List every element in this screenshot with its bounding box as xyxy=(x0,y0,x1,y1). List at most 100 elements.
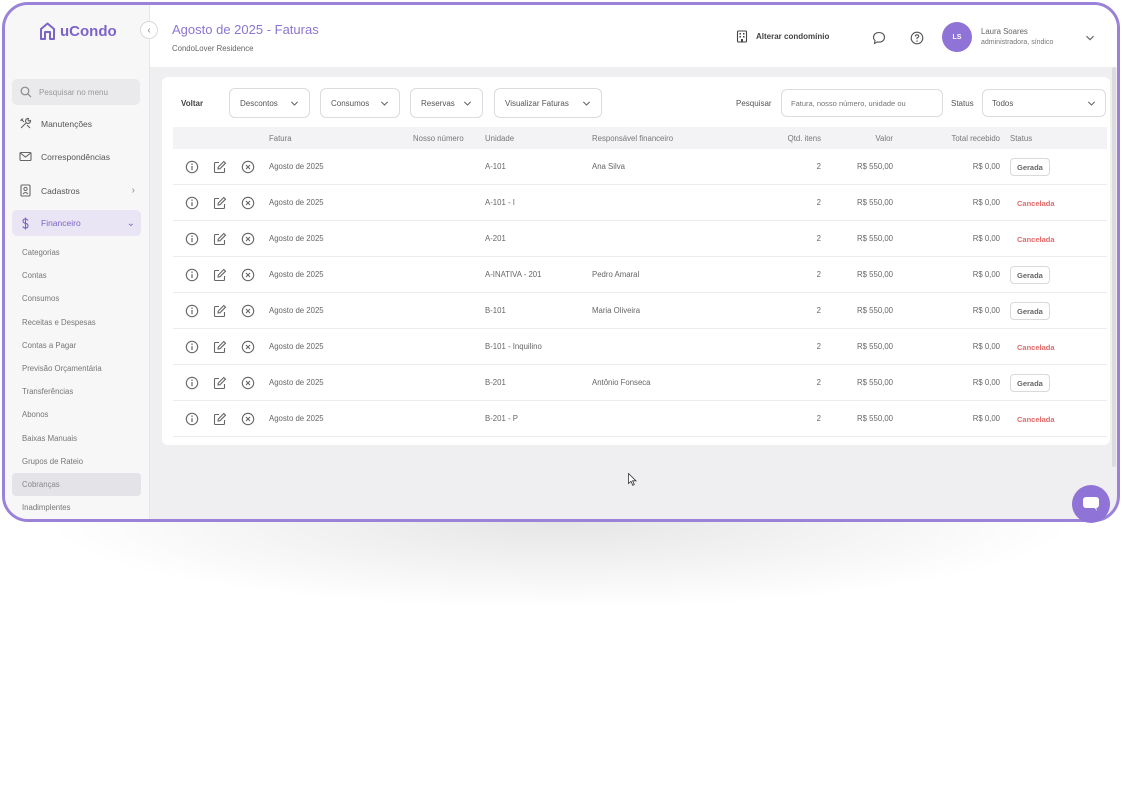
visualizar-faturas-dropdown[interactable]: Visualizar Faturas xyxy=(494,88,602,118)
status-badge: Cancelada xyxy=(1010,230,1062,248)
avatar[interactable]: LS xyxy=(942,22,972,52)
device-frame: uCondo Pesquisar no menu Manutenções Cor… xyxy=(2,2,1120,522)
scrollbar[interactable] xyxy=(1112,67,1116,467)
info-button[interactable] xyxy=(185,221,199,256)
edit-button[interactable] xyxy=(213,293,227,328)
table-row[interactable]: Agosto de 2025 B-201 - P 2 R$ 550,00 R$ 0,00… xyxy=(173,401,1107,437)
submenu-item-receitas-despesas[interactable]: Receitas e Despesas xyxy=(12,311,141,334)
info-button[interactable] xyxy=(185,401,199,436)
chevron-down-icon[interactable] xyxy=(1085,33,1095,43)
info-button[interactable] xyxy=(185,329,199,364)
cancel-invoice-button[interactable] xyxy=(241,329,255,364)
cell-unidade: B-101 xyxy=(485,306,506,315)
cancel-invoice-button[interactable] xyxy=(241,293,255,328)
submenu-item-contas-a-pagar[interactable]: Contas a Pagar xyxy=(12,334,141,357)
col-nosso-numero[interactable]: Nosso número xyxy=(413,127,464,149)
chevron-down-icon xyxy=(463,100,472,106)
cancel-invoice-button[interactable] xyxy=(241,401,255,436)
info-button[interactable] xyxy=(185,293,199,328)
edit-button[interactable] xyxy=(213,329,227,364)
table-row[interactable]: Agosto de 2025 B-101 Maria Oliveira 2 R$ 550… xyxy=(173,293,1107,329)
cancel-invoice-button[interactable] xyxy=(241,257,255,292)
table-row[interactable]: Agosto de 2025 A-101 - I 2 R$ 550,00 R$ 0,00… xyxy=(173,185,1107,221)
sidebar-item-correspondencias[interactable]: Correspondências xyxy=(19,150,141,163)
status-badge: Gerada xyxy=(1010,374,1050,392)
cancel-invoice-button[interactable] xyxy=(241,185,255,220)
cell-fatura: Agosto de 2025 xyxy=(269,198,324,207)
sidebar-item-cadastros[interactable]: Cadastros › xyxy=(19,184,141,197)
cell-total-recebido: R$ 0,00 xyxy=(972,342,1000,351)
sidebar-item-financeiro[interactable]: Financeiro ⌄ xyxy=(12,210,141,236)
col-unidade[interactable]: Unidade xyxy=(485,127,514,149)
descontos-dropdown[interactable]: Descontos xyxy=(229,88,310,118)
page-title: Agosto de 2025 - Faturas xyxy=(172,22,319,37)
col-status[interactable]: Status xyxy=(1010,127,1032,149)
sidebar-item-manutencoes[interactable]: Manutenções xyxy=(19,117,141,130)
col-responsavel[interactable]: Responsável financeiro xyxy=(592,127,673,149)
chevron-down-icon xyxy=(1087,100,1096,106)
logo[interactable]: uCondo xyxy=(39,22,117,40)
col-qtd-itens[interactable]: Qtd. itens xyxy=(753,127,821,149)
table-row[interactable]: Agosto de 2025 A-201 2 R$ 550,00 R$ 0,00 Canc… xyxy=(173,221,1107,257)
info-icon xyxy=(185,376,199,389)
cancel-invoice-button[interactable] xyxy=(241,365,255,400)
dollar-icon xyxy=(22,217,29,229)
table-row[interactable]: Agosto de 2025 B-101 - Inquilino 2 R$ 550,0… xyxy=(173,329,1107,365)
edit-button[interactable] xyxy=(213,401,227,436)
edit-button[interactable] xyxy=(213,365,227,400)
collapse-sidebar-button[interactable]: ‹ xyxy=(140,21,158,39)
submenu-item-contas[interactable]: Contas xyxy=(12,264,141,287)
cell-fatura: Agosto de 2025 xyxy=(269,270,324,279)
building-icon xyxy=(736,30,748,43)
edit-button[interactable] xyxy=(213,257,227,292)
cancel-invoice-button[interactable] xyxy=(241,149,255,184)
help-icon[interactable] xyxy=(910,31,924,45)
table-row[interactable]: Agosto de 2025 A-INATIVA - 201 Pedro Amara… xyxy=(173,257,1107,293)
submenu-item-previsao-orcamentaria[interactable]: Previsão Orçamentária xyxy=(12,357,141,380)
edit-icon xyxy=(213,412,227,425)
sidebar-item-label: Correspondências xyxy=(41,151,110,162)
info-button[interactable] xyxy=(185,257,199,292)
cell-fatura: Agosto de 2025 xyxy=(269,234,324,243)
back-button[interactable]: Voltar xyxy=(181,99,203,108)
cancel-invoice-button[interactable] xyxy=(241,221,255,256)
financeiro-submenu: Categorias Contas Consumos Receitas e De… xyxy=(12,241,141,519)
sidebar-item-label: Cadastros xyxy=(41,185,80,196)
table-row[interactable]: Agosto de 2025 A-101 Ana Silva 2 R$ 550,00 R$… xyxy=(173,149,1107,185)
cell-qtd-itens: 2 xyxy=(816,234,821,243)
edit-button[interactable] xyxy=(213,149,227,184)
col-valor[interactable]: Valor xyxy=(823,127,893,149)
submenu-item-categorias[interactable]: Categorias xyxy=(12,241,141,264)
status-filter-select[interactable]: Todos xyxy=(982,89,1106,117)
status-filter-label: Status xyxy=(951,99,974,108)
consumos-dropdown[interactable]: Consumos xyxy=(320,88,400,118)
submenu-item-inadimplentes[interactable]: Inadimplentes xyxy=(12,496,141,519)
edit-button[interactable] xyxy=(213,185,227,220)
col-total-recebido[interactable]: Total recebido xyxy=(913,127,1000,149)
submenu-item-transferencias[interactable]: Transferências xyxy=(12,380,141,403)
table-row[interactable]: Agosto de 2025 B-201 Antônio Fonseca 2 R$ 55… xyxy=(173,365,1107,401)
cell-valor: R$ 550,00 xyxy=(857,270,893,279)
status-badge: Gerada xyxy=(1010,266,1050,284)
submenu-item-consumos[interactable]: Consumos xyxy=(12,287,141,310)
chat-bubble-icon[interactable] xyxy=(872,31,886,45)
info-button[interactable] xyxy=(185,149,199,184)
status-badge: Cancelada xyxy=(1010,338,1062,356)
invoice-search-input[interactable] xyxy=(781,89,943,117)
sidebar-item-label: Financeiro xyxy=(41,218,81,228)
cell-qtd-itens: 2 xyxy=(816,306,821,315)
edit-button[interactable] xyxy=(213,221,227,256)
submenu-item-cobrancas[interactable]: Cobranças xyxy=(12,472,141,497)
reservas-dropdown[interactable]: Reservas xyxy=(410,88,483,118)
submenu-item-grupos-rateio[interactable]: Grupos de Rateio xyxy=(12,450,141,473)
info-button[interactable] xyxy=(185,365,199,400)
change-condo-button[interactable]: Alterar condomínio xyxy=(736,30,829,43)
submenu-item-abonos[interactable]: Abonos xyxy=(12,403,141,426)
menu-search-input[interactable]: Pesquisar no menu xyxy=(12,79,140,105)
info-button[interactable] xyxy=(185,185,199,220)
support-chat-button[interactable] xyxy=(1072,485,1110,523)
submenu-item-baixas-manuais[interactable]: Baixas Manuais xyxy=(12,427,141,450)
cell-total-recebido: R$ 0,00 xyxy=(972,198,1000,207)
col-fatura[interactable]: Fatura xyxy=(269,127,292,149)
logo-icon xyxy=(40,22,55,40)
